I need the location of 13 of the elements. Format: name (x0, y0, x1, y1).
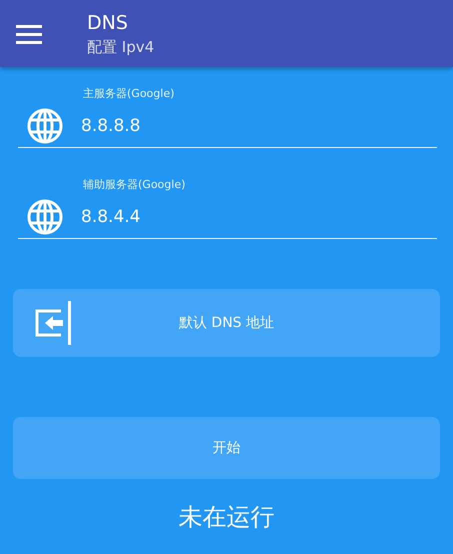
menu-icon[interactable] (16, 24, 42, 44)
start-button[interactable]: 开始 (13, 417, 440, 479)
app-subtitle: 配置 Ipv4 (87, 38, 154, 56)
sign-in-icon (35, 301, 71, 345)
field-label: 主服务器(Google) (83, 87, 176, 101)
globe-icon (27, 108, 63, 144)
dns-input-field[interactable]: 8.8.4.4 (81, 207, 437, 227)
field-label: 辅助服务器(Google) (83, 178, 186, 192)
globe-icon (27, 199, 63, 235)
dns-input-field[interactable]: 8.8.8.8 (81, 116, 437, 136)
app-title: DNS (87, 12, 129, 34)
status-text: 未在运行 (178, 502, 274, 533)
default-dns-button[interactable]: 默认 DNS 地址 (13, 289, 440, 357)
